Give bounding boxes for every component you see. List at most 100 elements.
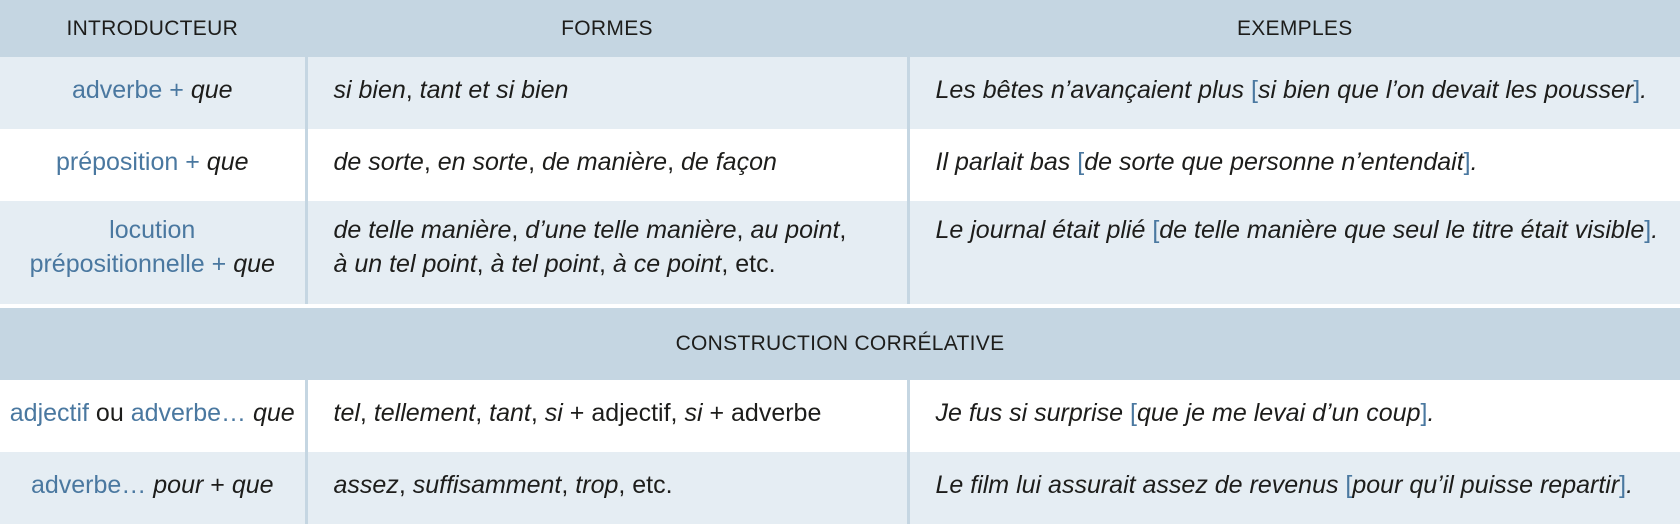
text-run: si bien [333, 76, 406, 104]
text-run: + [162, 76, 191, 104]
example-cell: Il parlait bas [de sorte que personne n’… [908, 129, 1680, 201]
text-run: de manière [542, 148, 668, 176]
text-run: de telle manière que seul le titre était… [1159, 216, 1645, 244]
text-run: si bien que l’on devait les pousser [1257, 76, 1634, 104]
table-row: adverbe + que si bien, tant et si bien L… [0, 57, 1680, 129]
text-run [146, 471, 153, 499]
text-run: [ [1345, 471, 1353, 499]
header-introducteur: INTRODUCTEUR [0, 0, 308, 57]
text-run: + [178, 148, 207, 176]
text-run: , [511, 216, 526, 244]
text-run: Le film lui assurait assez de revenus [935, 471, 1346, 499]
text-run: , [405, 76, 420, 104]
text-run: de façon [680, 148, 777, 176]
section-title: CONSTRUCTION CORRÉLATIVE [0, 308, 1680, 380]
text-run: . [1470, 148, 1478, 176]
text-run: adverbe… [130, 399, 247, 427]
text-run: Je fus si surprise [935, 399, 1131, 427]
section-header-row: CONSTRUCTION CORRÉLATIVE [0, 308, 1680, 380]
text-run: tant et si bien [419, 76, 569, 104]
text-run: tel [333, 399, 360, 427]
text-run: , etc. [721, 250, 776, 278]
text-run: . [1640, 76, 1648, 104]
header-exemples: EXEMPLES [908, 0, 1680, 57]
text-run: + adverbe [702, 399, 822, 427]
text-run: pour [153, 471, 204, 499]
table-row: préposition + que de sorte, en sorte, de… [0, 129, 1680, 201]
text-run: ] [1463, 148, 1471, 176]
forms-cell: tel, tellement, tant, si + adjectif, si … [306, 380, 910, 452]
text-run: , [475, 399, 490, 427]
text-run: assez [333, 471, 399, 499]
forms-cell: si bien, tant et si bien [306, 57, 910, 129]
intro-cell: préposition + que [0, 129, 308, 201]
text-run: , [528, 148, 542, 176]
text-run: , [476, 250, 491, 278]
table-row: adjectif ou adverbe… que tel, tellement,… [0, 380, 1680, 452]
text-run: Il parlait bas [935, 148, 1078, 176]
text-run: , [736, 216, 751, 244]
text-run: prépositionnelle [29, 250, 205, 278]
forms-cell: de telle manière, d’une telle manière, a… [306, 201, 910, 304]
example-cell: Le film lui assurait assez de revenus [p… [908, 452, 1680, 524]
text-run: en sorte [437, 148, 529, 176]
text-run: que [231, 471, 274, 499]
text-run: à ce point [612, 250, 722, 278]
text-run: , [839, 216, 847, 244]
text-run: , [599, 250, 613, 278]
text-run: locution [109, 216, 196, 244]
text-run: . [1626, 471, 1634, 499]
text-run: adjectif [9, 399, 89, 427]
text-run: Les bêtes n’avançaient plus [935, 76, 1251, 104]
text-run: ] [1619, 471, 1627, 499]
table-row: locution prépositionnelle + que de telle … [0, 201, 1680, 304]
text-run: , [530, 399, 545, 427]
text-run: adverbe… [30, 471, 147, 499]
forms-cell: de sorte, en sorte, de manière, de façon [306, 129, 910, 201]
text-run: , [423, 148, 438, 176]
text-run: pour qu’il puisse repartir [1352, 471, 1620, 499]
header-row: INTRODUCTEUR FORMES EXEMPLES [0, 0, 1680, 57]
example-cell: Je fus si surprise [que je me levai d’un… [908, 380, 1680, 452]
text-run: de telle manière [333, 216, 512, 244]
text-run: d’une telle manière [525, 216, 737, 244]
text-run: + [204, 250, 234, 278]
text-run: , etc. [618, 471, 673, 499]
text-run: Le journal était plié [935, 216, 1153, 244]
text-run: à un tel point [333, 250, 477, 278]
text-run: , [667, 148, 681, 176]
forms-cell: assez, suffisamment, trop, etc. [306, 452, 910, 524]
table-row: adverbe… pour + que assez, suffisamment,… [0, 452, 1680, 524]
text-run: que je me levai d’un coup [1136, 399, 1421, 427]
text-run: que [253, 399, 295, 427]
header-formes: FORMES [306, 0, 910, 57]
example-cell: Les bêtes n’avançaient plus [si bien que… [908, 57, 1680, 129]
text-run: tant [489, 399, 531, 427]
grammar-table: INTRODUCTEUR FORMES EXEMPLES adverbe + q… [0, 0, 1680, 524]
text-run: [ [1130, 399, 1137, 427]
text-run: que [233, 250, 275, 278]
text-run: de sorte [333, 148, 424, 176]
text-run: adverbe [71, 76, 163, 104]
text-run: + adjectif, [562, 399, 685, 427]
intro-cell: adjectif ou adverbe… que [0, 380, 308, 452]
text-run: trop [575, 471, 619, 499]
text-run: . [1651, 216, 1659, 244]
text-run: si [684, 399, 703, 427]
intro-cell: adverbe… pour + que [0, 452, 308, 524]
intro-cell: adverbe + que [0, 57, 308, 129]
text-run: . [1427, 399, 1435, 427]
text-run: à tel point [490, 250, 599, 278]
text-run: , [398, 471, 413, 499]
text-run [246, 399, 253, 427]
text-run: tellement [373, 399, 476, 427]
text-run: + [203, 471, 232, 499]
text-run: de sorte que personne n’entendait [1084, 148, 1464, 176]
text-run: préposition [55, 148, 179, 176]
text-run: [ [1251, 76, 1258, 104]
text-run: que [206, 148, 249, 176]
text-run: au point [750, 216, 840, 244]
text-run: , [561, 471, 576, 499]
intro-cell: locution prépositionnelle + que [0, 201, 308, 304]
text-run: suffisamment [412, 471, 562, 499]
